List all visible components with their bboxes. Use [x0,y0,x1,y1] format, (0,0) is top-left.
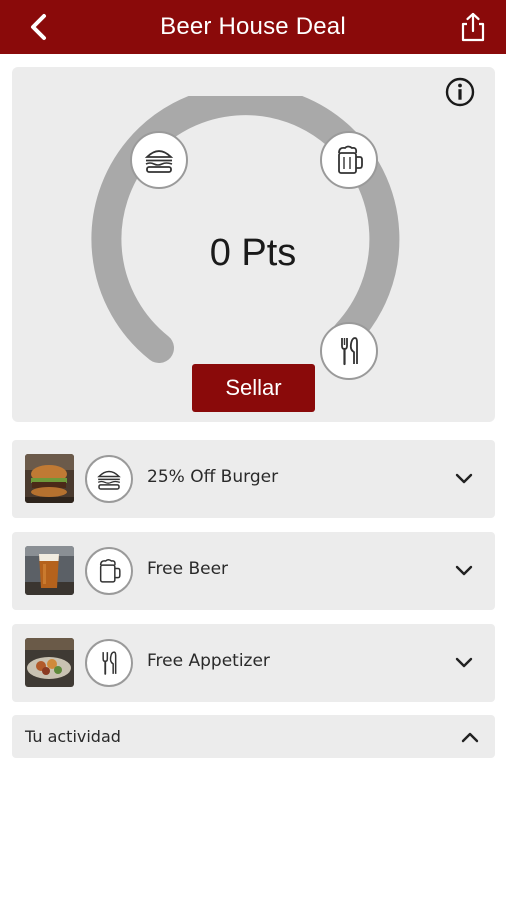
chevron-down-icon[interactable] [453,468,475,490]
reward-badge [85,455,133,503]
info-icon[interactable] [444,76,476,108]
page-title: Beer House Deal [160,13,346,40]
reward-label: Free Beer [147,559,229,579]
burger-icon [97,470,121,490]
reward-item-burger[interactable]: 25% Off Burger [12,440,495,518]
chevron-left-icon[interactable] [22,10,56,44]
stamp-badge-burger [130,131,188,189]
reward-label: Free Appetizer [147,651,270,671]
chevron-down-icon[interactable] [453,560,475,582]
cutlery-icon [102,651,117,675]
stamp-badge-appetizer [320,322,378,380]
reward-badge [85,639,133,687]
stamp-badge-beer [320,131,378,189]
points-value: 0 Pts [209,232,297,274]
stamp-button[interactable]: Sellar [192,364,315,412]
beer-photo [25,546,74,595]
activity-label: Tu actividad [25,727,121,746]
reward-item-beer[interactable]: Free Beer [12,532,495,610]
share-icon[interactable] [458,11,488,43]
chevron-up-icon[interactable] [459,726,481,748]
app-header: Beer House Deal [0,0,506,54]
appetizer-photo [25,638,74,687]
beer-mug-icon [99,559,121,583]
beer-mug-icon [338,145,363,174]
burger-photo [25,454,74,503]
activity-section-header[interactable]: Tu actividad [12,715,495,758]
reward-item-appetizer[interactable]: Free Appetizer [12,624,495,702]
reward-badge [85,547,133,595]
reward-label: 25% Off Burger [147,467,279,487]
burger-icon [144,150,174,173]
cutlery-icon [341,337,358,366]
chevron-down-icon[interactable] [453,652,475,674]
